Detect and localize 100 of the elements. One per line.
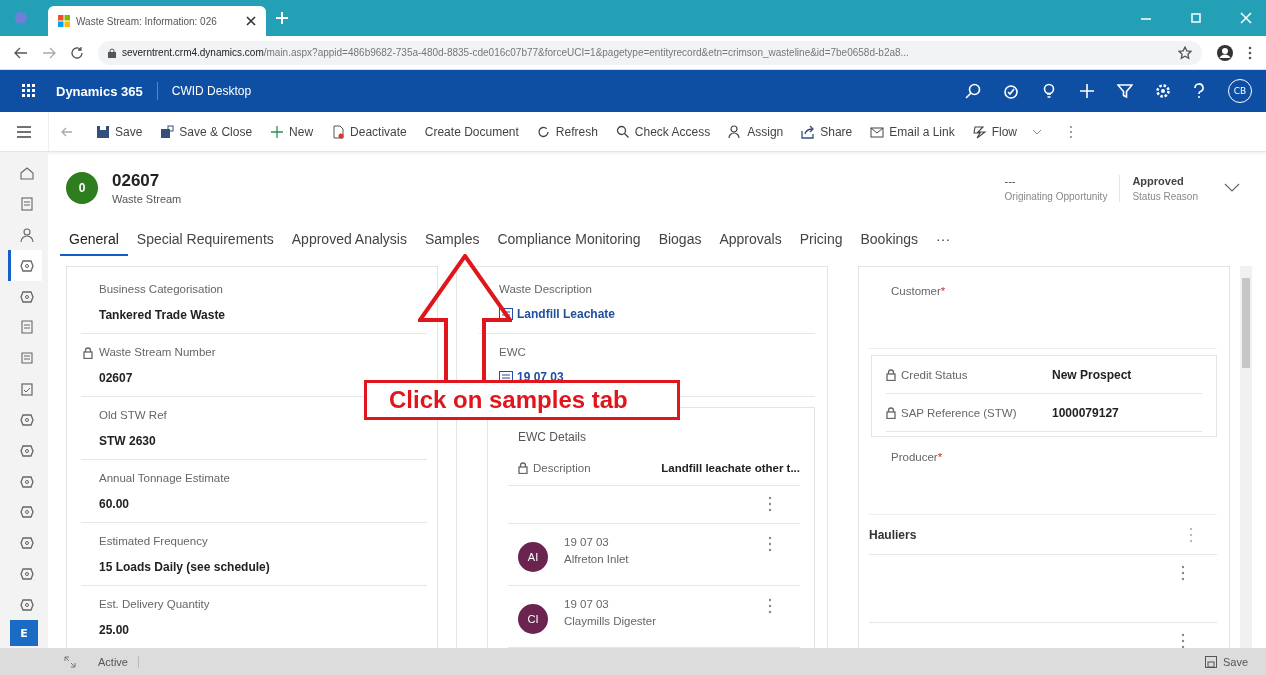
nav-item[interactable] — [8, 250, 42, 282]
star-icon[interactable] — [1178, 45, 1192, 60]
more-icon[interactable] — [1181, 565, 1185, 581]
new-tab-icon[interactable] — [276, 12, 288, 24]
field-label: Credit Status — [901, 368, 968, 381]
more-icon[interactable] — [768, 598, 772, 614]
document-icon — [18, 319, 35, 336]
chevron-down-icon — [1032, 128, 1042, 135]
field-value: 15 Loads Daily (see schedule) — [99, 560, 271, 574]
command-button[interactable]: Create Document — [415, 116, 528, 147]
field-label: Business Categorisation — [99, 283, 223, 295]
field-value: 25.00 — [99, 623, 131, 637]
home-icon — [18, 165, 35, 182]
field-label: EWC — [499, 346, 527, 358]
field-label: Description — [533, 461, 591, 474]
field-value: 02607 — [99, 371, 134, 385]
area-switcher[interactable]: E — [10, 620, 38, 647]
callout-label: Click on samples tab — [364, 380, 680, 420]
save-close-icon — [160, 124, 175, 139]
record-icon — [18, 196, 35, 213]
lightbulb-icon[interactable] — [1041, 83, 1057, 99]
more-icon[interactable] — [768, 536, 772, 552]
command-button[interactable]: Refresh — [527, 116, 607, 147]
reload-icon[interactable] — [70, 45, 84, 60]
checklist-icon — [18, 350, 35, 367]
save-button[interactable]: Save — [1198, 654, 1254, 669]
form-tab[interactable]: Compliance Monitoring — [488, 224, 650, 256]
scrollbar[interactable] — [1240, 266, 1252, 648]
header-value: --- — [1004, 174, 1017, 187]
item-title: 19 07 03 — [564, 598, 610, 610]
required-marker: * — [937, 451, 943, 463]
field-value: Tankered Trade Waste — [99, 308, 227, 322]
field-label: Waste Stream Number — [99, 346, 216, 358]
form-tab[interactable]: Bookings — [851, 224, 928, 256]
app-launcher-icon[interactable] — [22, 84, 36, 98]
form-tab[interactable]: Pricing — [790, 224, 852, 256]
app-area[interactable]: CWID Desktop — [171, 84, 252, 98]
form-tab[interactable]: Biogas — [649, 224, 711, 256]
command-button[interactable]: Assign — [719, 116, 793, 147]
item-subtitle: Claymills Digester — [564, 615, 657, 627]
command-button[interactable]: Save — [87, 116, 152, 147]
command-button[interactable]: Email a Link — [861, 116, 964, 147]
required-marker: * — [940, 285, 946, 297]
address-field[interactable]: severntrent.crm4.dynamics.com/main.aspx?appid=486b9682-735a-480d-8835-cde016c07b77&forceUCI=1&pagetype=entityrecord&etn=crimson_wasteline&id=7be0658d-b2a8... — [98, 40, 1202, 65]
command-button[interactable]: Save & Close — [151, 116, 262, 147]
command-button[interactable]: Deactivate — [322, 116, 416, 147]
refresh-icon — [536, 124, 551, 139]
browser-tab[interactable]: Waste Stream: Information: 026 — [48, 6, 266, 36]
more-icon[interactable] — [1248, 45, 1252, 60]
header-value: Approved — [1132, 174, 1185, 187]
item-title: 19 07 03 — [564, 536, 610, 548]
more-icon[interactable] — [768, 496, 772, 512]
scroll-thumb[interactable] — [1242, 278, 1250, 368]
menu-icon[interactable] — [17, 125, 31, 138]
lookup-link[interactable]: Landfill Leachate — [517, 307, 616, 321]
command-button[interactable]: Check Access — [606, 116, 720, 147]
form-tab[interactable]: ··· — [927, 224, 960, 256]
account-icon[interactable] — [1216, 43, 1234, 62]
field-label: Est. Delivery Quantity — [99, 598, 210, 610]
magnifier-icon — [615, 124, 630, 139]
item-avatar: AI — [518, 542, 548, 572]
form-tab[interactable]: Approvals — [710, 224, 791, 256]
chevron-down-icon[interactable] — [1224, 183, 1240, 193]
form-tab[interactable]: General — [60, 224, 128, 256]
envelope-icon — [870, 124, 885, 139]
expand-icon[interactable] — [64, 655, 76, 668]
flow-icon — [972, 124, 987, 139]
search-icon[interactable] — [965, 83, 981, 99]
form-tab[interactable]: Special Requirements — [127, 224, 283, 256]
record-avatar: 0 — [66, 172, 98, 204]
header-label: Status Reason — [1132, 190, 1198, 202]
app-name[interactable]: Dynamics 365 — [56, 83, 143, 99]
restore-icon[interactable] — [1190, 12, 1202, 24]
back-icon[interactable] — [14, 46, 28, 59]
field-value: STW 2630 — [99, 434, 157, 448]
record-status: Active — [98, 655, 139, 668]
command-button[interactable]: Share — [792, 116, 862, 147]
document-icon — [331, 124, 346, 139]
forward-icon[interactable] — [42, 46, 56, 59]
url-text: severntrent.crm4.dynamics.com/main.aspx?appid=486b9682-735a-480d-8835-cde016c07b77&forceUCI=1&pagetype=entityrecord&etn=crimson_wasteline&id=7be0658d-b2a8... — [122, 47, 910, 58]
tab-title: Waste Stream: Information: 026 — [76, 15, 218, 27]
filter-icon[interactable] — [1117, 83, 1133, 99]
field-label: Old STW Ref — [99, 409, 167, 421]
field-label: Producer — [891, 451, 938, 463]
command-button[interactable]: Flow — [963, 116, 1051, 147]
more-icon[interactable] — [1181, 633, 1185, 648]
section-title: Hauliers — [869, 527, 917, 542]
field-label: Waste Description — [499, 283, 593, 295]
command-button[interactable]: New — [261, 116, 323, 147]
close-icon[interactable] — [246, 16, 256, 26]
field-label: Annual Tonnage Estimate — [99, 472, 230, 484]
settings-icon[interactable] — [1155, 83, 1171, 99]
form-tab[interactable]: Approved Analysis — [282, 224, 416, 256]
plus-icon[interactable] — [1079, 83, 1095, 99]
help-icon[interactable] — [1193, 83, 1205, 99]
plus-icon — [270, 124, 285, 139]
task-icon[interactable] — [1003, 83, 1019, 99]
field-value: New Prospect — [1052, 367, 1133, 382]
item-avatar: CI — [518, 604, 548, 634]
form-tab[interactable]: Samples — [415, 224, 489, 256]
